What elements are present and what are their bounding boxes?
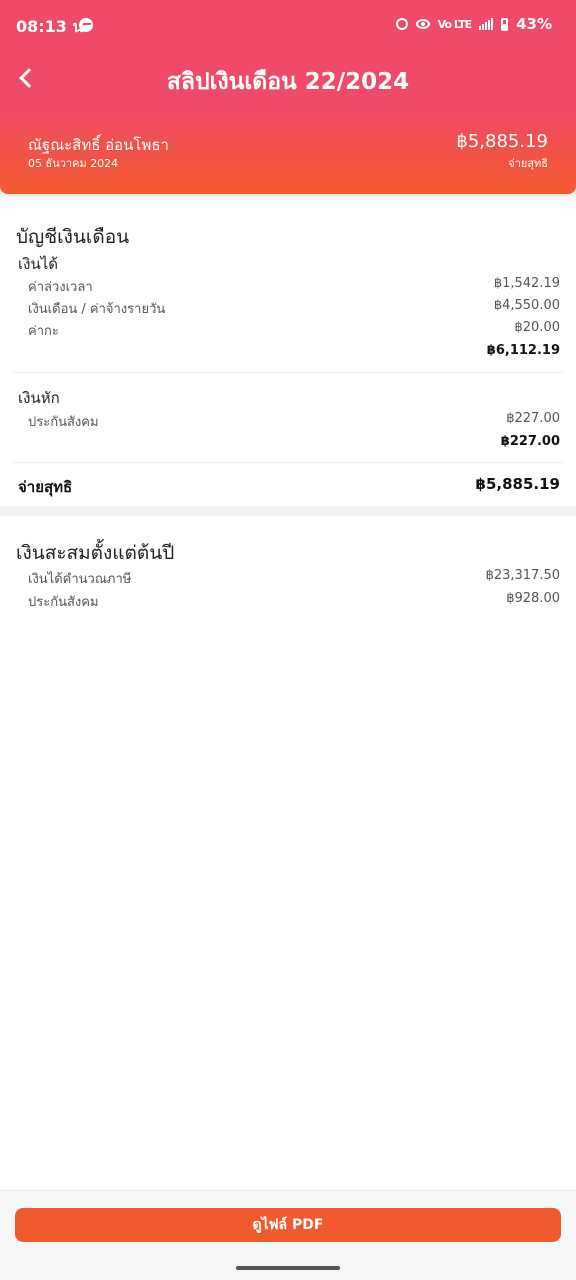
payroll-section-title: บัญชีเงินเดือน — [16, 226, 130, 248]
earnings-title: เงินได้ — [18, 255, 58, 273]
ytd-section-title: เงินสะสมตั้งแต่ต้นปี — [16, 542, 175, 564]
status-bar: 08:13 น. Vo LTE 43% — [0, 0, 576, 52]
earning-label: เงินเดือน / ค่าจ้างรายวัน — [28, 302, 166, 317]
earning-value: ฿4,550.00 — [493, 298, 560, 313]
section-separator — [0, 506, 576, 516]
earning-row: เงินเดือน / ค่าจ้างรายวัน ฿4,550.00 — [28, 298, 560, 320]
wifi-icon: Vo LTE — [437, 17, 473, 31]
home-indicator[interactable] — [236, 1266, 340, 1270]
earning-row: ค่าล่วงเวลา ฿1,542.19 — [28, 276, 560, 298]
earning-label: ค่าล่วงเวลา — [28, 280, 93, 295]
earning-row: ค่ากะ ฿20.00 — [28, 320, 560, 342]
deductions-title: เงินหัก — [18, 389, 60, 407]
ytd-value: ฿928.00 — [506, 591, 560, 606]
pay-date: 05 ธันวาคม 2024 — [28, 157, 119, 170]
ytd-row: เงินได้คำนวณภาษี ฿23,317.50 — [28, 568, 560, 590]
earning-value: ฿20.00 — [514, 320, 561, 335]
eye-comfort-icon — [415, 19, 430, 29]
deductions-total: ฿227.00 — [500, 434, 560, 449]
earning-label: ค่ากะ — [28, 324, 59, 339]
signal-icon — [479, 18, 494, 30]
alarm-icon — [395, 18, 408, 30]
header-net-label: จ่ายสุทธิ — [508, 157, 548, 170]
net-pay-label: จ่ายสุทธิ — [18, 478, 73, 496]
ytd-row: ประกันสังคม ฿928.00 — [28, 591, 560, 613]
ytd-label: ประกันสังคม — [28, 595, 99, 610]
deduction-label: ประกันสังคม — [28, 415, 99, 430]
status-icons: Vo LTE 43% — [395, 15, 552, 33]
battery-percent: 43% — [516, 15, 552, 33]
page-title: สลิปเงินเดือน 22/2024 — [166, 69, 410, 95]
battery-icon — [501, 17, 509, 31]
deduction-row: ประกันสังคม ฿227.00 — [28, 411, 560, 433]
messenger-icon — [79, 18, 93, 32]
net-pay-value: ฿5,885.19 — [475, 475, 560, 493]
ytd-value: ฿23,317.50 — [485, 568, 560, 583]
divider — [12, 462, 564, 463]
deduction-value: ฿227.00 — [506, 411, 560, 426]
header: 08:13 น. Vo LTE 43% สลิปเงินเดือน 22/202… — [0, 0, 576, 194]
view-pdf-button[interactable]: ดูไฟล์ PDF — [15, 1208, 561, 1242]
net-pay-row: จ่ายสุทธิ ฿5,885.19 — [18, 475, 560, 499]
ytd-label: เงินได้คำนวณภาษี — [28, 572, 132, 587]
header-net-amount: ฿5,885.19 — [456, 131, 548, 152]
earning-value: ฿1,542.19 — [493, 276, 560, 291]
divider — [12, 372, 564, 373]
earnings-total: ฿6,112.19 — [486, 343, 560, 358]
